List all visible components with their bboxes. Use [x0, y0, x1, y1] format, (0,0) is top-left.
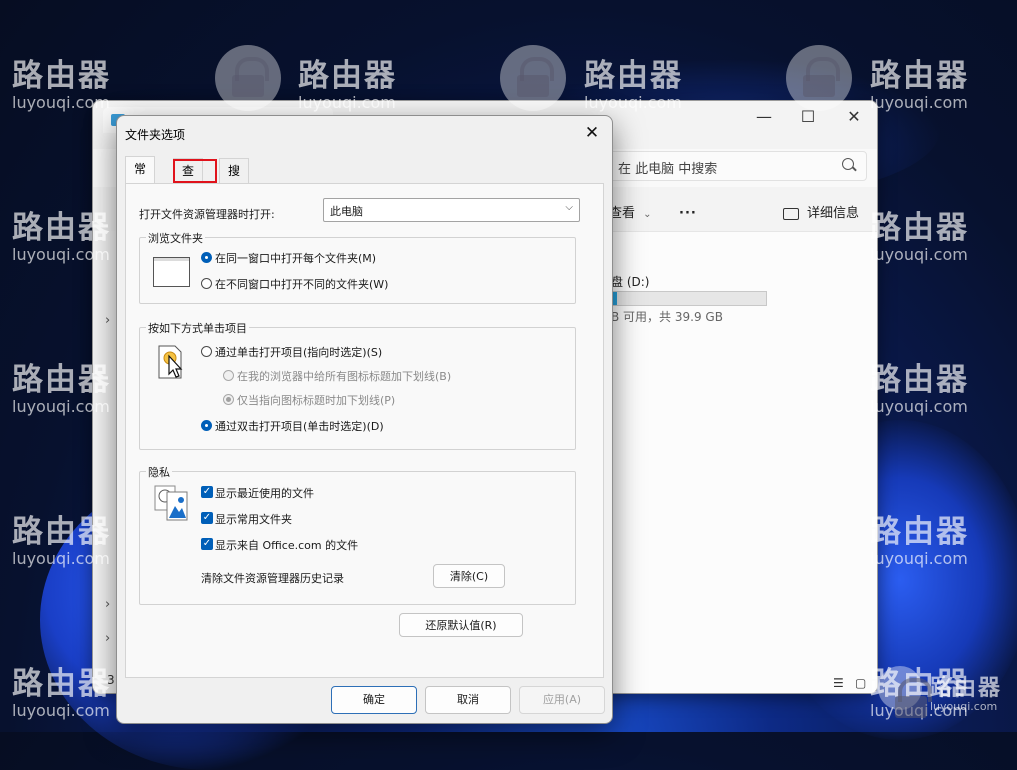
radio-single-click-label[interactable]: 通过单击打开项目(指向时选定)(S): [215, 344, 382, 360]
close-button[interactable]: ✕: [578, 122, 606, 144]
minimize-button[interactable]: —: [741, 105, 787, 131]
checkbox-office-files[interactable]: ✓: [201, 538, 213, 550]
tab-general[interactable]: 常规: [125, 156, 156, 200]
checkbox-frequent-folders-label[interactable]: 显示常用文件夹: [215, 511, 292, 527]
radio-single-click[interactable]: [201, 346, 212, 357]
window-close-button[interactable]: ✕: [831, 105, 877, 131]
folder-options-dialog: 文件夹选项 ✕ 常规 查看 搜索 打开文件资源管理器时打开: 此电脑 ⌵ 浏览文…: [116, 115, 613, 724]
more-options-button[interactable]: ···: [679, 199, 697, 229]
chevron-right-icon[interactable]: ›: [105, 597, 110, 612]
search-placeholder: 在 此电脑 中搜索: [618, 162, 718, 177]
dialog-title: 文件夹选项: [125, 128, 186, 142]
chevron-right-icon[interactable]: ›: [105, 631, 110, 646]
clear-history-label: 清除文件资源管理器历史记录: [201, 572, 344, 585]
radio-underline-all-label: 在我的浏览器中给所有图标标题加下划线(B): [237, 370, 452, 383]
view-tab-highlight: [173, 159, 217, 183]
cancel-button[interactable]: 取消: [425, 686, 511, 714]
drive-d-label[interactable]: 盘 (D:): [611, 273, 649, 290]
open-explorer-label: 打开文件资源管理器时打开:: [139, 208, 275, 221]
click-cursor-icon: [158, 345, 183, 379]
radio-double-click[interactable]: [201, 420, 212, 431]
chevron-right-icon[interactable]: ›: [105, 313, 110, 328]
item-count: 3: [107, 673, 115, 687]
ok-button[interactable]: 确定: [331, 686, 417, 714]
drive-free-space: B 可用，共 39.9 GB: [611, 310, 723, 324]
checkbox-frequent-folders[interactable]: ✓: [201, 512, 213, 524]
chevron-down-icon: ⌄: [643, 209, 652, 220]
list-view-icon[interactable]: ☰: [833, 676, 845, 690]
clear-history-button[interactable]: 清除(C): [433, 564, 505, 588]
details-pane-icon: [783, 207, 799, 220]
group-title: 隐私: [146, 464, 172, 480]
view-menu-button[interactable]: 查看 ⌄: [609, 199, 652, 229]
tiles-view-icon[interactable]: ▢: [855, 676, 867, 690]
radio-underline-point: [223, 394, 234, 405]
open-explorer-select[interactable]: 此电脑 ⌵: [323, 198, 580, 222]
checkbox-recent-files[interactable]: ✓: [201, 486, 213, 498]
search-input[interactable]: 在 此电脑 中搜索: [605, 151, 867, 181]
browse-folders-group: 浏览文件夹: [139, 230, 576, 304]
group-title: 浏览文件夹: [146, 230, 205, 246]
watermark: 路由器 luyouqi.com: [870, 362, 969, 416]
radio-double-click-label[interactable]: 通过双击打开项目(单击时选定)(D): [215, 418, 384, 434]
privacy-files-icon: [154, 485, 188, 521]
checkbox-recent-files-label[interactable]: 显示最近使用的文件: [215, 485, 314, 501]
details-label: 详细信息: [807, 206, 860, 221]
radio-new-window[interactable]: [201, 278, 212, 289]
navigation-pane: › › ›: [93, 231, 118, 693]
watermark: 路由器 luyouqi.com: [870, 210, 969, 264]
checkbox-office-files-label[interactable]: 显示来自 Office.com 的文件: [215, 537, 358, 553]
maximize-button[interactable]: ☐: [785, 105, 831, 131]
apply-button: 应用(A): [519, 686, 605, 714]
radio-same-window[interactable]: [201, 252, 212, 263]
drive-usage-bar: [611, 291, 767, 306]
radio-underline-all: [223, 370, 234, 381]
tab-search[interactable]: 搜索: [219, 158, 250, 202]
radio-same-window-label[interactable]: 在同一窗口中打开每个文件夹(M): [215, 250, 376, 266]
group-title: 按如下方式单击项目: [146, 320, 249, 336]
radio-underline-point-label: 仅当指向图标标题时加下划线(P): [237, 394, 396, 407]
details-pane-button[interactable]: 详细信息: [783, 199, 859, 229]
search-icon: [842, 158, 854, 170]
chevron-down-icon: ⌵: [565, 202, 573, 213]
restore-defaults-button[interactable]: 还原默认值(R): [399, 613, 523, 637]
window-icon: [153, 257, 190, 287]
radio-new-window-label[interactable]: 在不同窗口中打开不同的文件夹(W): [215, 276, 388, 292]
open-explorer-value: 此电脑: [330, 205, 363, 218]
